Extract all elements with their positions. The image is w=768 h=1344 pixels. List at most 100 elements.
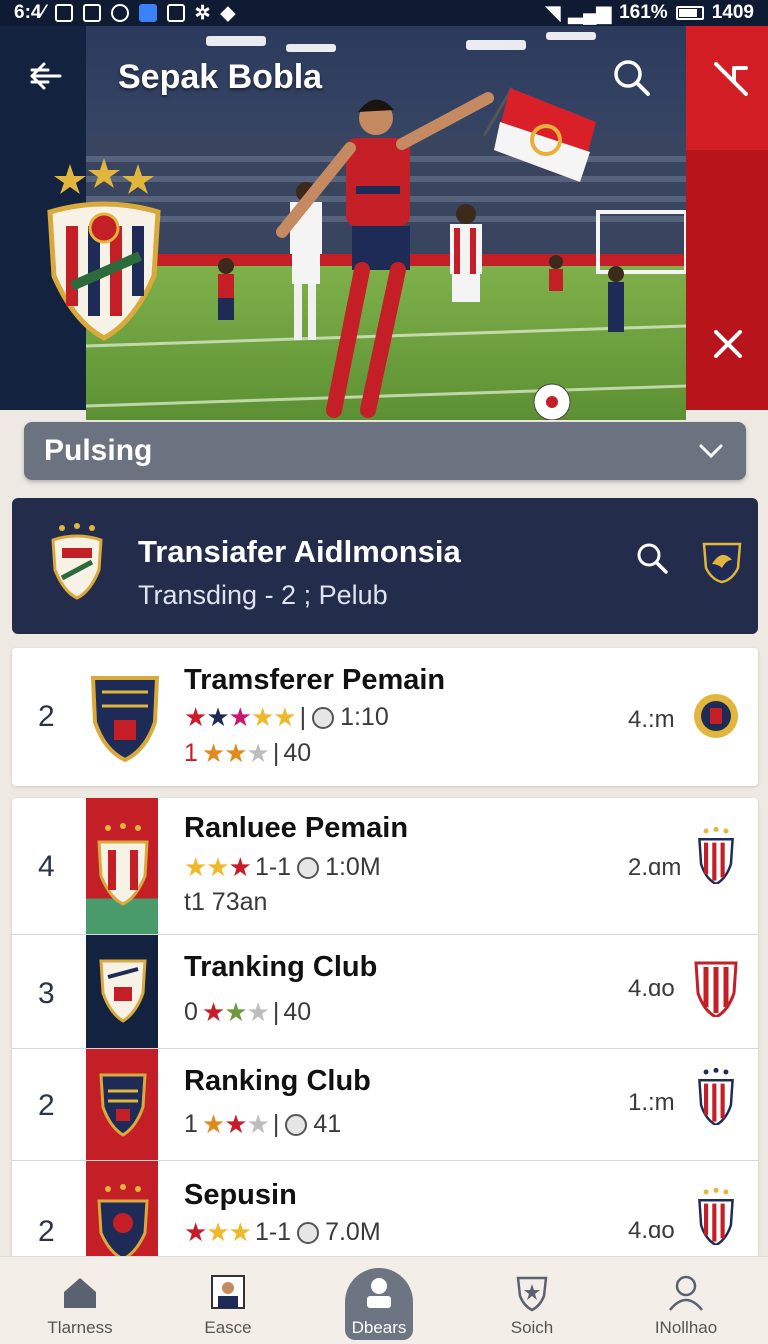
list-card: 4 Ranluee Pemain ★★★ 1-1 1:0M t1 73an 2.… <box>12 798 758 1261</box>
row-stats: 0 ★★★ | 40 <box>184 997 311 1028</box>
row-stat-range: 1-1 <box>254 853 292 881</box>
briefcase-icon <box>367 1278 391 1308</box>
row-stat-value: 40 <box>283 998 312 1026</box>
player-card-icon <box>211 1275 245 1309</box>
club-logo-icon <box>698 1187 734 1245</box>
divider: | <box>272 1110 280 1138</box>
divider: | <box>299 703 307 731</box>
search-icon[interactable] <box>634 540 670 576</box>
table-row[interactable]: 2 Ranking Club 1 ★★★ | 41 1.:m <box>12 1048 758 1161</box>
club-crest-icon <box>51 523 103 600</box>
qr-icon <box>166 4 185 22</box>
nav-tab-label: Tlarness <box>47 1318 113 1337</box>
status-time: 6:4⁄ <box>14 2 45 23</box>
ball-icon <box>312 706 335 729</box>
nav-tab-label: Soich <box>510 1318 554 1337</box>
rank-number: 3 <box>38 977 55 1010</box>
wrench-icon[interactable] <box>708 56 750 98</box>
nav-tab-soich[interactable]: Soich <box>472 1256 592 1344</box>
row-time: 4.ɑo <box>628 1217 675 1244</box>
rank-number: 2 <box>38 700 55 733</box>
search-icon[interactable] <box>610 56 652 98</box>
rating-stars: ★★★ <box>201 997 270 1027</box>
ball-icon <box>285 1113 308 1136</box>
club-crest-icon <box>90 676 160 762</box>
row-title: Tranking Club <box>184 951 378 983</box>
wifi-icon: ◥ <box>545 2 561 24</box>
row-stat-count: 1 <box>184 739 198 767</box>
battery-icon <box>675 6 704 20</box>
club-logo-icon <box>698 826 734 884</box>
nav-tab-profile[interactable]: INollhao <box>626 1256 746 1344</box>
nav-tab-home[interactable]: Tlarness <box>20 1256 140 1344</box>
status-clock: 1409 <box>711 2 754 23</box>
row-title: Ranluee Pemain <box>184 812 409 844</box>
shield-icon <box>516 1276 548 1312</box>
club-crest-icon <box>97 1184 149 1261</box>
status-bar: 6:4⁄ ✲ ◆ ◥ ▂▄▆ 161% 1409 <box>0 0 768 26</box>
back-arrow-icon[interactable] <box>26 56 66 96</box>
club-crest-icon <box>97 823 149 906</box>
filter-selected-label: Pulsing <box>44 434 153 467</box>
section-subtitle: Transding - 2 ; Pelub <box>138 580 388 610</box>
nav-tab-label: INollhao <box>654 1318 718 1337</box>
ball-icon <box>297 856 320 879</box>
row-stat-value: 1:10 <box>340 703 389 731</box>
signal-icon: ▂▄▆ <box>568 2 612 24</box>
rank-number: 2 <box>38 1215 55 1248</box>
row-time: 2.ɑm <box>628 854 682 881</box>
table-row[interactable]: 4 Ranluee Pemain ★★★ 1-1 1:0M t1 73an 2.… <box>12 798 758 934</box>
club-logo-icon <box>698 1067 734 1125</box>
row-stats: ★★★ 1-1 1:0M <box>184 852 381 883</box>
row-stat-count: 1 <box>184 1110 198 1138</box>
image-icon <box>82 4 101 22</box>
row-stat-value: 1:0M <box>325 853 381 881</box>
puzzle-icon: ✲ <box>194 2 211 24</box>
list-card: 2 Tramsferer Pemain ★★★★★ | 1:10 1 ★★★ |… <box>12 648 758 786</box>
divider: | <box>272 998 280 1026</box>
notification-icon <box>54 4 73 22</box>
close-icon[interactable] <box>708 324 748 364</box>
row-stat-value: 40 <box>283 739 312 767</box>
home-icon <box>64 1278 96 1308</box>
rating-stars: ★★★ <box>201 1109 270 1139</box>
row-title: Sepusin <box>184 1179 297 1211</box>
rating-stars: ★★★ <box>184 1217 252 1247</box>
rating-stars: ★★★ <box>184 852 252 882</box>
section-header-card[interactable]: Transiafer Aidlmonsia Transding - 2 ; Pe… <box>12 498 758 634</box>
lion-badge-icon[interactable] <box>702 540 742 584</box>
club-logo-icon <box>694 694 738 738</box>
club-crest-icon <box>99 959 147 1023</box>
app-icon <box>138 4 157 22</box>
nav-tab-label: Easce <box>204 1318 252 1337</box>
hero-banner: Sepak Bobla <box>0 0 768 420</box>
nav-tab-player[interactable]: Easce <box>168 1256 288 1344</box>
club-crest-icon <box>99 1073 147 1137</box>
row-title: Tramsferer Pemain <box>184 664 446 696</box>
row-stat-value: 41 <box>313 1110 342 1138</box>
rating-stars: ★★★★★ <box>184 702 297 732</box>
row-stats: ★★★ 1-1 7.0M <box>184 1217 381 1248</box>
table-row[interactable]: 2 Tramsferer Pemain ★★★★★ | 1:10 1 ★★★ |… <box>12 648 758 786</box>
row-time: 1.:m <box>628 1089 675 1116</box>
rank-number: 2 <box>38 1089 55 1122</box>
section-title: Transiafer Aidlmonsia <box>138 534 461 569</box>
row-stats-secondary: 1 ★★★ | 40 <box>184 738 311 769</box>
page-title: Sepak Bobla <box>118 58 323 96</box>
nav-tab-dbears[interactable]: Dbears <box>319 1256 439 1344</box>
table-row[interactable]: 3 Tranking Club 0 ★★★ | 40 4.ɑo <box>12 934 758 1049</box>
club-logo-icon <box>694 961 738 1017</box>
row-stat-value: 7.0M <box>325 1218 381 1246</box>
row-stats: ★★★★★ | 1:10 <box>184 702 389 733</box>
table-row[interactable]: 2 Sepusin ★★★ 1-1 7.0M 4.ɑo <box>12 1160 758 1261</box>
row-stat-range: 1-1 <box>254 1218 292 1246</box>
row-time: 4.:m <box>628 706 675 733</box>
chevron-down-icon <box>699 444 723 459</box>
ball-icon <box>297 1221 320 1244</box>
sync-icon <box>110 4 129 22</box>
row-time: 4.ɑo <box>628 975 675 1002</box>
rank-number: 4 <box>38 850 55 883</box>
divider: | <box>272 739 280 767</box>
nav-icon: ◆ <box>220 2 236 24</box>
filter-dropdown[interactable]: Pulsing <box>24 422 746 480</box>
